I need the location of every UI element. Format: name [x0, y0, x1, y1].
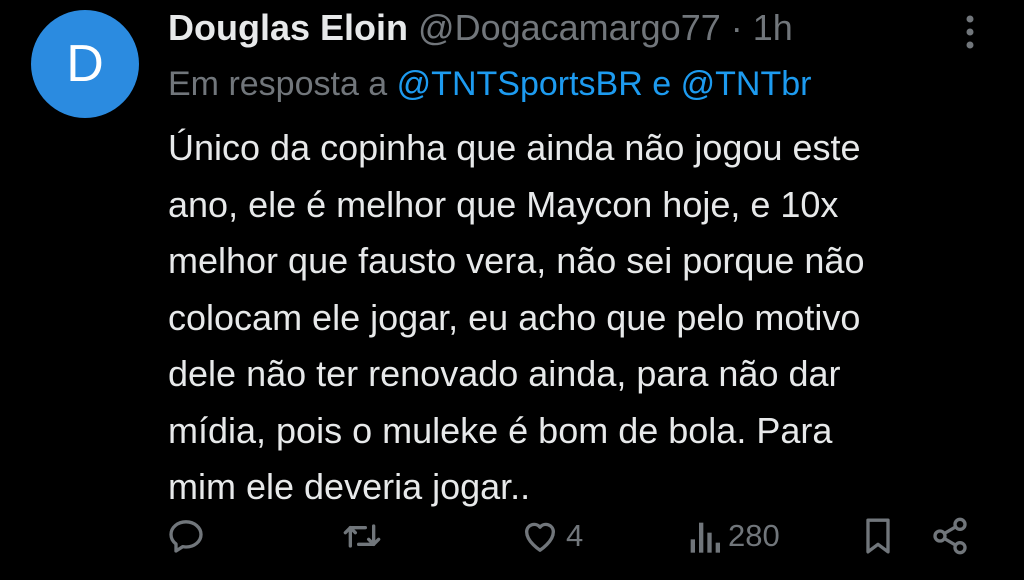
share-icon [933, 517, 967, 555]
bookmark-button[interactable] [860, 508, 896, 564]
action-bar: 4 280 [0, 508, 1024, 564]
separator-dot: · [730, 7, 743, 48]
views-icon [690, 522, 720, 553]
tweet-text-line: Único da copinha que ainda não jogou est… [168, 127, 861, 168]
author-handle[interactable]: @Dogacamargo77 [418, 7, 721, 48]
tweet-text-line: mídia, pois o muleke é bom de bola. Para [168, 409, 833, 451]
like-button[interactable]: 4 [520, 508, 583, 564]
mention-tntsportsbr[interactable]: @TNTSportsBR [397, 65, 643, 103]
views-count: 280 [728, 518, 780, 553]
reply-icon [169, 520, 203, 553]
avatar-letter: D [66, 35, 104, 93]
reply-prefix: Em resposta a [168, 65, 388, 103]
retweet-icon [343, 524, 381, 548]
author-name[interactable]: Douglas Eloin [168, 7, 408, 48]
tweet-header: Douglas Eloin @Dogacamargo77 · 1h [168, 6, 934, 50]
tweet-text: Único da copinha que ainda não jogou est… [168, 120, 968, 516]
views-button[interactable]: 280 [686, 508, 780, 564]
avatar[interactable]: D [31, 10, 139, 118]
tweet-text-line: ano, ele é melhor que Maycon hoje, e 10x [168, 183, 839, 225]
timestamp[interactable]: 1h [753, 7, 793, 48]
more-vertical-icon [966, 15, 974, 49]
tweet-text-line: dele não ter renovado ainda, para não da… [168, 353, 841, 394]
reply-button[interactable] [166, 508, 206, 564]
share-button[interactable] [930, 508, 970, 564]
bookmark-icon [866, 518, 890, 554]
retweet-button[interactable] [340, 508, 384, 564]
reply-context: Em resposta a @TNTSportsBR e @TNTbr [168, 62, 984, 106]
like-count: 4 [566, 518, 584, 553]
mention-tntbr[interactable]: @TNTbr [681, 65, 812, 103]
tweet-text-line: colocam ele jogar, eu acho que pelo moti… [168, 296, 861, 338]
tweet-text-line: melhor que fausto vera, não sei porque n… [168, 240, 865, 281]
heart-icon [525, 522, 555, 552]
reply-conjunction: e [652, 65, 672, 103]
more-options-button[interactable] [952, 10, 988, 54]
